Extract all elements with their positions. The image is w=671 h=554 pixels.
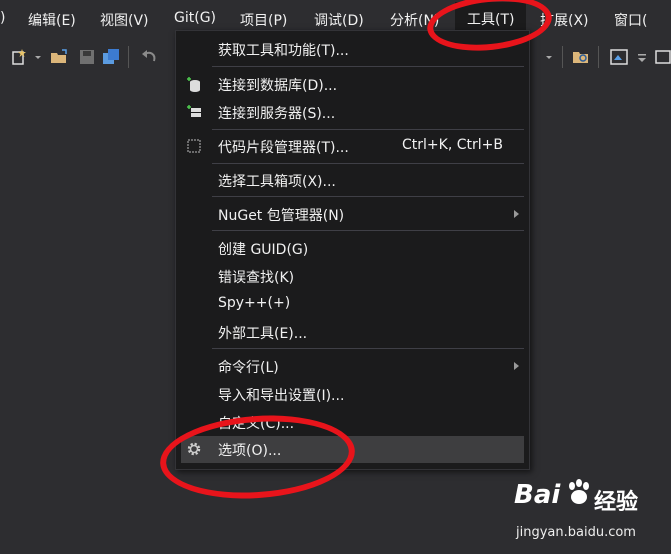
submenu-arrow-icon (514, 210, 519, 218)
menu-separator (212, 129, 524, 130)
menu-item-label: 连接到数据库(D)... (218, 78, 338, 94)
menu-view[interactable]: 视图(V) (100, 10, 149, 30)
menu-item-error-lookup[interactable]: 错误查找(K) (176, 263, 529, 290)
menu-item-label: 错误查找(K) (218, 270, 295, 286)
menu-separator (212, 196, 524, 197)
settings-icon[interactable] (654, 48, 671, 66)
baidu-paw-icon (569, 479, 589, 504)
menu-item-connect-database[interactable]: 连接到数据库(D)... (176, 71, 529, 98)
menu-project[interactable]: 项目(P) (240, 10, 287, 30)
save-all-icon[interactable] (102, 48, 120, 66)
menu-item-label: 创建 GUID(G) (218, 242, 309, 258)
menu-item-shortcut: Ctrl+K, Ctrl+B (402, 137, 503, 153)
menu-debug[interactable]: 调试(D) (314, 10, 364, 30)
overflow-icon[interactable] (636, 48, 648, 66)
menu-item-label: 代码片段管理器(T)... (218, 140, 349, 156)
menu-separator (212, 230, 524, 231)
menu-separator (212, 66, 524, 67)
find-in-files-icon[interactable] (572, 48, 590, 66)
menu-item-command-line[interactable]: 命令行(L) (176, 353, 529, 380)
menu-edit[interactable]: 编辑(E) (28, 10, 76, 30)
menu-item-label: 导入和导出设置(I)... (218, 388, 345, 404)
menu-item-snippet-manager[interactable]: 代码片段管理器(T)... Ctrl+K, Ctrl+B (176, 133, 529, 160)
menu-item-label: 命令行(L) (218, 360, 279, 376)
menu-window[interactable]: 窗口( (614, 10, 647, 30)
menu-separator (212, 348, 524, 349)
watermark-url: jingyan.baidu.com (516, 525, 636, 540)
database-connect-icon (187, 77, 200, 92)
chevron-down-icon[interactable] (545, 48, 553, 66)
chevron-down-icon[interactable] (34, 48, 42, 66)
menu-item-label: 连接到服务器(S)... (218, 106, 336, 122)
menu-item-external-tools[interactable]: 外部工具(E)... (176, 319, 529, 346)
save-icon[interactable] (78, 48, 96, 66)
menu-item-label: Spy++(+) (218, 295, 291, 311)
menu-item-label: 外部工具(E)... (218, 326, 308, 342)
menu-item-choose-toolbox-items[interactable]: 选择工具箱项(X)... (176, 167, 529, 194)
menu-item-create-guid[interactable]: 创建 GUID(G) (176, 235, 529, 262)
new-item-icon[interactable] (10, 48, 28, 66)
solution-explorer-icon[interactable] (610, 48, 628, 66)
watermark-logo: Bai (514, 480, 561, 510)
menu-item-label: 选择工具箱项(X)... (218, 174, 336, 190)
menu-item-spy[interactable]: Spy++(+) (176, 291, 529, 318)
snippet-manager-icon (187, 139, 201, 153)
undo-icon[interactable] (140, 48, 158, 66)
menu-item-nuget[interactable]: NuGet 包管理器(N) (176, 201, 529, 228)
menu-separator (212, 163, 524, 164)
menu-item-label: NuGet 包管理器(N) (218, 208, 345, 224)
tools-menu-dropdown: 获取工具和功能(T)... 连接到数据库(D)... 连接到服务器(S)... … (175, 30, 530, 470)
menu-file-fragment[interactable]: ) (0, 10, 5, 26)
server-connect-icon (187, 105, 201, 117)
menu-item-connect-server[interactable]: 连接到服务器(S)... (176, 99, 529, 126)
menu-item-import-export-settings[interactable]: 导入和导出设置(I)... (176, 381, 529, 408)
open-folder-icon[interactable] (50, 48, 68, 66)
watermark-suffix: 经验 (594, 490, 639, 515)
toolbar-separator (128, 46, 129, 68)
toolbar-separator (562, 46, 563, 68)
submenu-arrow-icon (514, 362, 519, 370)
toolbar-separator (598, 46, 599, 68)
menu-item-label: 获取工具和功能(T)... (218, 43, 349, 59)
menu-git[interactable]: Git(G) (174, 10, 216, 26)
